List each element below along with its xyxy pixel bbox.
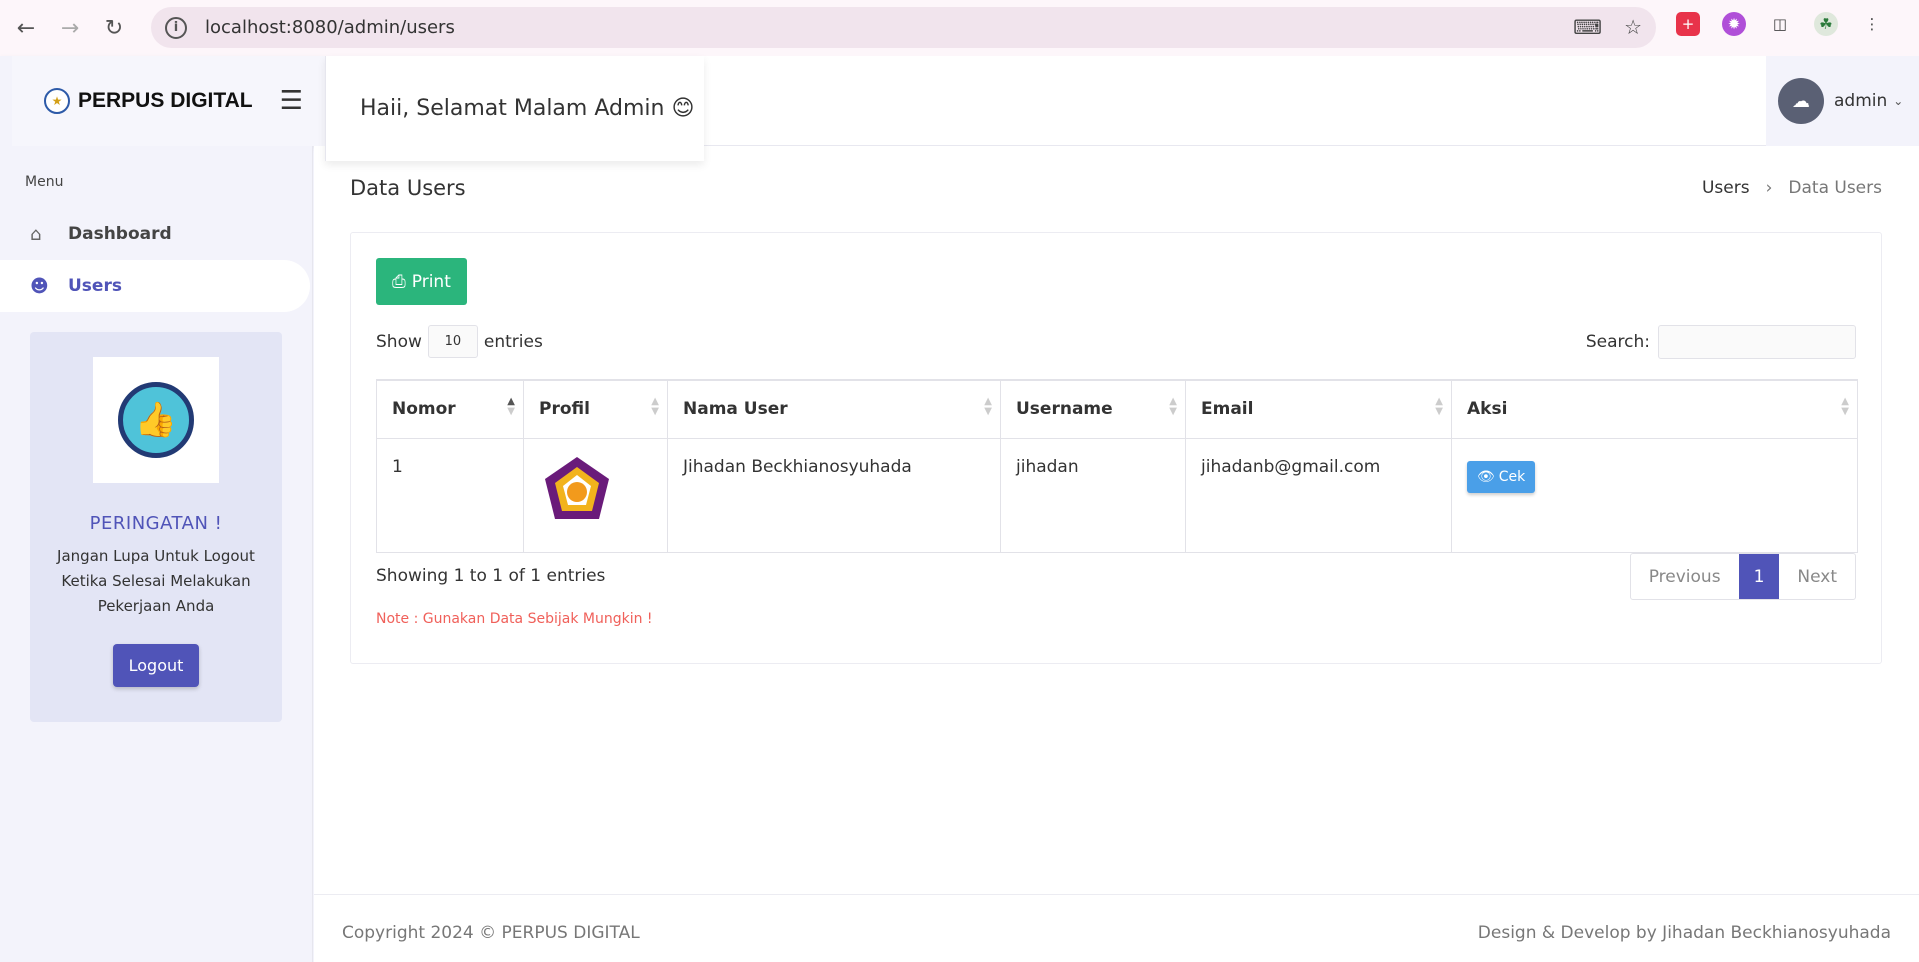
users-table: Nomor ▲ ▼ Profil ▲ ▼ Nama User ▲ ▼ Username ▲ ▼ … <box>376 379 1858 553</box>
usage-note: Note : Gunakan Data Sebijak Mungkin ! <box>376 611 653 627</box>
column-header-aksi[interactable]: Aksi ▲ ▼ <box>1451 379 1858 439</box>
browser-toolbar: ← → ↻ i localhost:8080/admin/users ⌨ ☆ +… <box>0 0 1919 56</box>
column-header-email[interactable]: Email ▲ ▼ <box>1185 379 1452 439</box>
cell-aksi: 👁 Cek <box>1451 437 1858 553</box>
thumbs-up-medal-icon: 👍 <box>118 382 194 458</box>
avatar[interactable]: ☁ <box>1778 78 1824 124</box>
chevron-right-icon: › <box>1765 178 1773 198</box>
pagination-previous[interactable]: Previous <box>1631 554 1739 599</box>
sort-icon: ▲ ▼ <box>1841 396 1849 417</box>
translate-icon[interactable]: ⌨ <box>1573 15 1602 39</box>
user-name[interactable]: admin <box>1834 91 1887 111</box>
cell-nama-user: Jihadan Beckhianosyuhada <box>667 437 1001 553</box>
breadcrumb: Users › Data Users <box>1702 178 1882 198</box>
profile-avatar-icon[interactable]: ☘ <box>1814 12 1838 36</box>
user-menu[interactable]: ☁ admin ⌄ <box>1766 56 1919 146</box>
sort-icon: ▲ ▼ <box>651 396 659 417</box>
main-content: Data Users Users › Data Users ⎙ Print Sh… <box>314 146 1919 894</box>
footer-credit: Design & Develop by Jihadan Beckhianosyu… <box>1477 923 1891 943</box>
home-icon: ⌂ <box>30 223 42 245</box>
pagination-page-1[interactable]: 1 <box>1738 554 1780 599</box>
greeting-text: Haii, Selamat Malam Admin 😊 <box>360 96 695 121</box>
sort-icon: ▲ ▼ <box>984 396 992 417</box>
printer-icon: ⎙ <box>392 271 406 292</box>
search-label: Search: <box>1585 332 1650 352</box>
extension-red-icon[interactable]: + <box>1676 12 1700 36</box>
breadcrumb-users[interactable]: Users <box>1702 178 1750 198</box>
hamburger-menu-icon[interactable]: ☰ <box>280 86 303 116</box>
cell-email: jihadanb@gmail.com <box>1185 437 1452 553</box>
warning-title: PERINGATAN ! <box>89 513 223 534</box>
site-info-icon[interactable]: i <box>165 16 187 39</box>
sidebar-item-dashboard[interactable]: ⌂ Dashboard <box>0 208 310 260</box>
sidebar-item-label: Users <box>68 276 122 296</box>
print-label: Print <box>411 271 451 292</box>
sort-icon: ▲ ▼ <box>1435 396 1443 417</box>
pagination: Previous 1 Next <box>1629 553 1856 600</box>
print-button[interactable]: ⎙ Print <box>376 258 467 305</box>
sidebar: Menu ⌂ Dashboard ☻ Users 👍 PERINGATAN ! … <box>0 146 313 962</box>
logout-reminder-card: 👍 PERINGATAN ! Jangan Lupa Untuk Logout … <box>30 332 282 722</box>
entries-length-control: Show 10 entries <box>376 325 543 358</box>
reload-icon[interactable]: ↻ <box>96 10 132 46</box>
column-header-profil[interactable]: Profil ▲ ▼ <box>523 379 668 439</box>
sidebar-menu-label: Menu <box>25 174 64 190</box>
eye-icon: 👁 <box>1477 468 1495 485</box>
footer-copyright: Copyright 2024 © PERPUS DIGITAL <box>342 923 640 943</box>
cell-profil <box>523 437 668 553</box>
warning-message: Jangan Lupa Untuk Logout Ketika Selesai … <box>57 547 255 615</box>
column-header-nomor[interactable]: Nomor ▲ ▼ <box>376 379 524 439</box>
bookmark-star-icon[interactable]: ☆ <box>1624 15 1642 39</box>
brand-area: ★ PERPUS DIGITAL ☰ <box>0 56 325 146</box>
app-logo-icon: ★ <box>44 88 70 114</box>
table-search: Search: <box>1586 325 1856 359</box>
extension-brain-icon[interactable]: ✹ <box>1722 12 1746 36</box>
greeting-banner: Haii, Selamat Malam Admin 😊 <box>325 56 704 161</box>
table-header-row: Nomor ▲ ▼ Profil ▲ ▼ Nama User ▲ ▼ Username ▲ ▼ … <box>376 379 1858 439</box>
sort-icon: ▲ ▼ <box>507 396 515 417</box>
search-input[interactable] <box>1658 325 1856 359</box>
forward-icon[interactable]: → <box>52 10 88 46</box>
show-label: Show <box>376 331 422 352</box>
table-info: Showing 1 to 1 of 1 entries <box>376 566 606 586</box>
brand-name: PERPUS DIGITAL <box>78 89 253 112</box>
footer: Copyright 2024 © PERPUS DIGITAL Design &… <box>314 894 1919 962</box>
entries-select[interactable]: 10 <box>427 325 478 358</box>
chevron-down-icon[interactable]: ⌄ <box>1893 94 1903 108</box>
table-row: 1 Jihadan Beckhianosyuhada jihadan jihad… <box>376 437 1858 553</box>
sort-icon: ▲ ▼ <box>1169 396 1177 417</box>
column-header-username[interactable]: Username ▲ ▼ <box>1000 379 1186 439</box>
url-text[interactable]: localhost:8080/admin/users <box>205 17 455 38</box>
logout-button[interactable]: Logout <box>112 644 200 687</box>
sidebar-item-users[interactable]: ☻ Users <box>0 260 310 312</box>
page-title: Data Users <box>350 176 466 200</box>
column-header-nama-user[interactable]: Nama User ▲ ▼ <box>667 379 1001 439</box>
extensions-puzzle-icon[interactable]: ◫ <box>1768 12 1792 36</box>
profile-logo-icon <box>545 456 609 519</box>
cell-username: jihadan <box>1000 437 1186 553</box>
cek-button[interactable]: 👁 Cek <box>1467 460 1536 493</box>
pagination-next[interactable]: Next <box>1779 554 1855 599</box>
breadcrumb-current: Data Users <box>1788 178 1882 198</box>
reminder-image: 👍 <box>93 357 219 483</box>
browser-menu-icon[interactable]: ⋮ <box>1860 12 1884 36</box>
address-bar[interactable]: i localhost:8080/admin/users ⌨ ☆ <box>151 7 1656 48</box>
cell-nomor: 1 <box>376 437 524 553</box>
cek-label: Cek <box>1498 468 1526 485</box>
sidebar-item-label: Dashboard <box>68 224 172 244</box>
users-icon: ☻ <box>30 275 49 297</box>
entries-label: entries <box>483 331 543 352</box>
users-card: ⎙ Print Show 10 entries Search: Nomor ▲ ▼ … <box>350 232 1882 664</box>
back-icon[interactable]: ← <box>8 10 44 46</box>
